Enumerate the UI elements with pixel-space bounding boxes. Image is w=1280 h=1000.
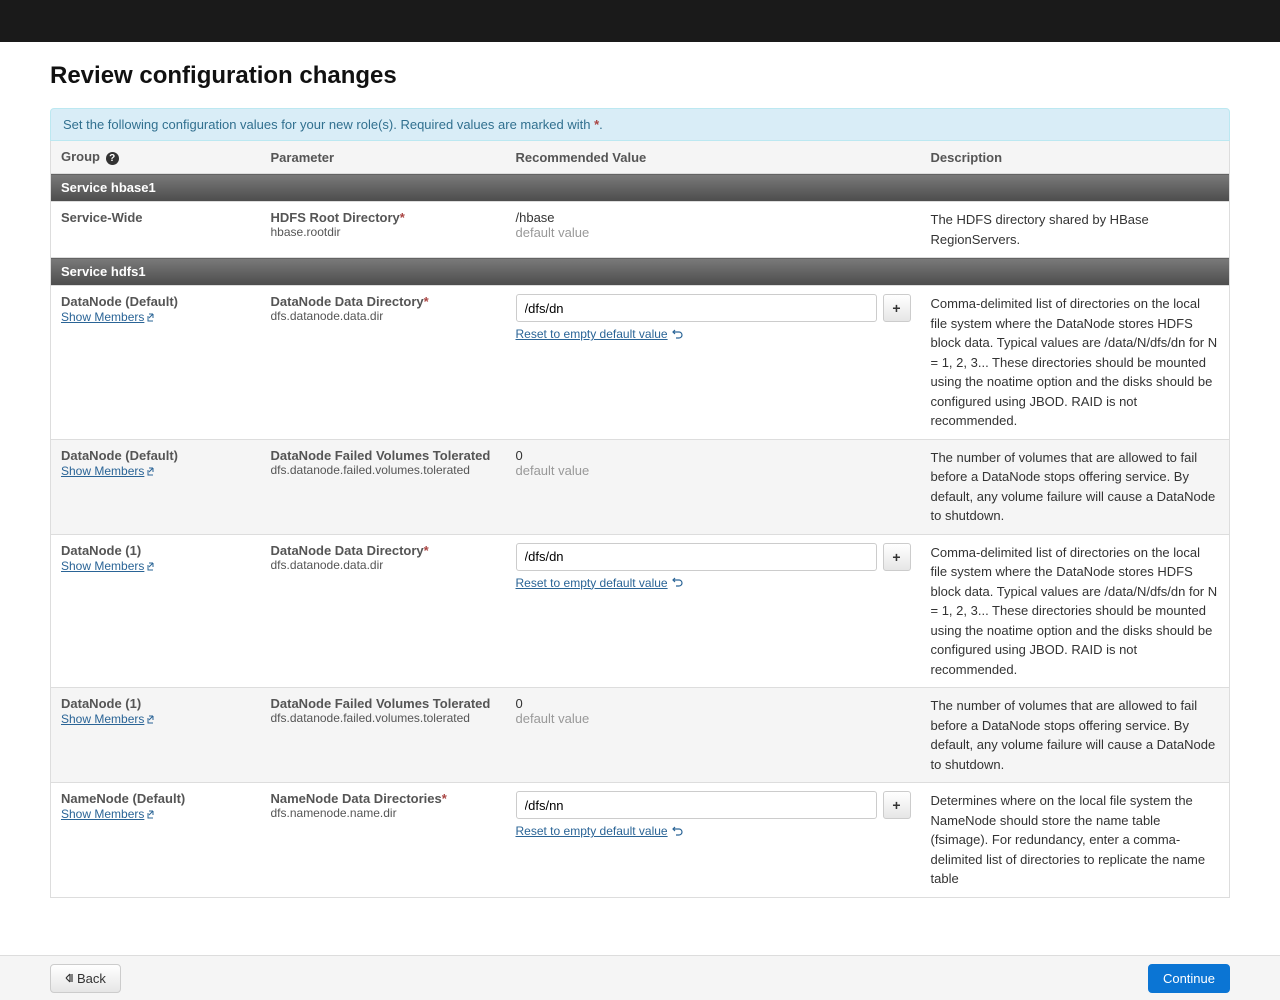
table-row: DataNode (1) Show Members DataNode Data …	[51, 534, 1230, 688]
table-header-row: Group ? Parameter Recommended Value Desc…	[51, 141, 1230, 174]
service-header-hdfs1: Service hdfs1	[51, 258, 1230, 286]
reset-link[interactable]: Reset to empty default value	[516, 327, 683, 341]
plus-icon: +	[892, 797, 900, 813]
description: The number of volumes that are allowed t…	[931, 448, 1220, 526]
group-name: DataNode (1)	[61, 696, 251, 711]
external-link-icon	[147, 561, 157, 571]
param-key: dfs.namenode.name.dir	[271, 806, 496, 820]
reset-link[interactable]: Reset to empty default value	[516, 824, 683, 838]
help-icon[interactable]: ?	[106, 152, 119, 165]
required-asterisk: *	[400, 210, 405, 225]
value-default-label: default value	[516, 225, 911, 240]
param-name: DataNode Data Directory*	[271, 294, 496, 309]
info-banner: Set the following configuration values f…	[50, 108, 1230, 141]
description: Determines where on the local file syste…	[931, 791, 1220, 889]
reset-link[interactable]: Reset to empty default value	[516, 576, 683, 590]
col-header-parameter: Parameter	[261, 141, 506, 174]
back-icon	[65, 973, 73, 983]
required-asterisk: *	[442, 791, 447, 806]
back-button[interactable]: Back	[50, 964, 121, 993]
param-key: dfs.datanode.data.dir	[271, 558, 496, 572]
banner-period: .	[599, 117, 603, 132]
required-asterisk: *	[424, 543, 429, 558]
main-container: Review configuration changes Set the fol…	[0, 42, 1280, 978]
param-name: NameNode Data Directories*	[271, 791, 496, 806]
table-row: NameNode (Default) Show Members NameNode…	[51, 783, 1230, 898]
param-key: dfs.datanode.data.dir	[271, 309, 496, 323]
param-key: dfs.datanode.failed.volumes.tolerated	[271, 711, 496, 725]
data-directory-input[interactable]	[516, 294, 877, 322]
param-name: HDFS Root Directory*	[271, 210, 496, 225]
data-directory-input[interactable]	[516, 791, 877, 819]
external-link-icon	[147, 714, 157, 724]
page-title: Review configuration changes	[50, 62, 1230, 90]
description: Comma-delimited list of directories on t…	[931, 543, 1220, 680]
value-default-label: default value	[516, 463, 911, 478]
group-name: Service-Wide	[61, 210, 251, 225]
undo-icon	[672, 577, 683, 588]
param-name: DataNode Failed Volumes Tolerated	[271, 696, 496, 711]
plus-icon: +	[892, 300, 900, 316]
add-button[interactable]: +	[883, 543, 911, 571]
description: Comma-delimited list of directories on t…	[931, 294, 1220, 431]
value-static: 0	[516, 448, 911, 463]
required-asterisk: *	[424, 294, 429, 309]
show-members-link[interactable]: Show Members	[61, 464, 157, 478]
external-link-icon	[147, 809, 157, 819]
table-row: DataNode (Default) Show Members DataNode…	[51, 439, 1230, 534]
col-header-group: Group ?	[51, 141, 261, 174]
param-key: hbase.rootdir	[271, 225, 496, 239]
show-members-link[interactable]: Show Members	[61, 310, 157, 324]
data-directory-input[interactable]	[516, 543, 877, 571]
add-button[interactable]: +	[883, 791, 911, 819]
service-header-hbase1: Service hbase1	[51, 174, 1230, 202]
col-header-description: Description	[921, 141, 1230, 174]
col-header-value: Recommended Value	[506, 141, 921, 174]
param-name: DataNode Failed Volumes Tolerated	[271, 448, 496, 463]
group-name: DataNode (Default)	[61, 448, 251, 463]
top-bar	[0, 0, 1280, 42]
value-default-label: default value	[516, 711, 911, 726]
plus-icon: +	[892, 549, 900, 565]
param-key: dfs.datanode.failed.volumes.tolerated	[271, 463, 496, 477]
group-name: DataNode (1)	[61, 543, 251, 558]
param-name: DataNode Data Directory*	[271, 543, 496, 558]
show-members-link[interactable]: Show Members	[61, 712, 157, 726]
table-row: DataNode (Default) Show Members DataNode…	[51, 286, 1230, 440]
show-members-link[interactable]: Show Members	[61, 807, 157, 821]
banner-text: Set the following configuration values f…	[63, 117, 594, 132]
undo-icon	[672, 826, 683, 837]
config-table: Group ? Parameter Recommended Value Desc…	[50, 141, 1230, 898]
show-members-link[interactable]: Show Members	[61, 559, 157, 573]
continue-button[interactable]: Continue	[1148, 964, 1230, 993]
description: The number of volumes that are allowed t…	[931, 696, 1220, 774]
description: The HDFS directory shared by HBase Regio…	[931, 210, 1220, 249]
undo-icon	[672, 329, 683, 340]
footer-bar: Back Continue	[0, 955, 1280, 1000]
group-name: NameNode (Default)	[61, 791, 251, 806]
external-link-icon	[147, 466, 157, 476]
table-row: DataNode (1) Show Members DataNode Faile…	[51, 688, 1230, 783]
external-link-icon	[147, 312, 157, 322]
value-static: /hbase	[516, 210, 911, 225]
add-button[interactable]: +	[883, 294, 911, 322]
table-row: Service-Wide HDFS Root Directory* hbase.…	[51, 202, 1230, 258]
group-name: DataNode (Default)	[61, 294, 251, 309]
value-static: 0	[516, 696, 911, 711]
